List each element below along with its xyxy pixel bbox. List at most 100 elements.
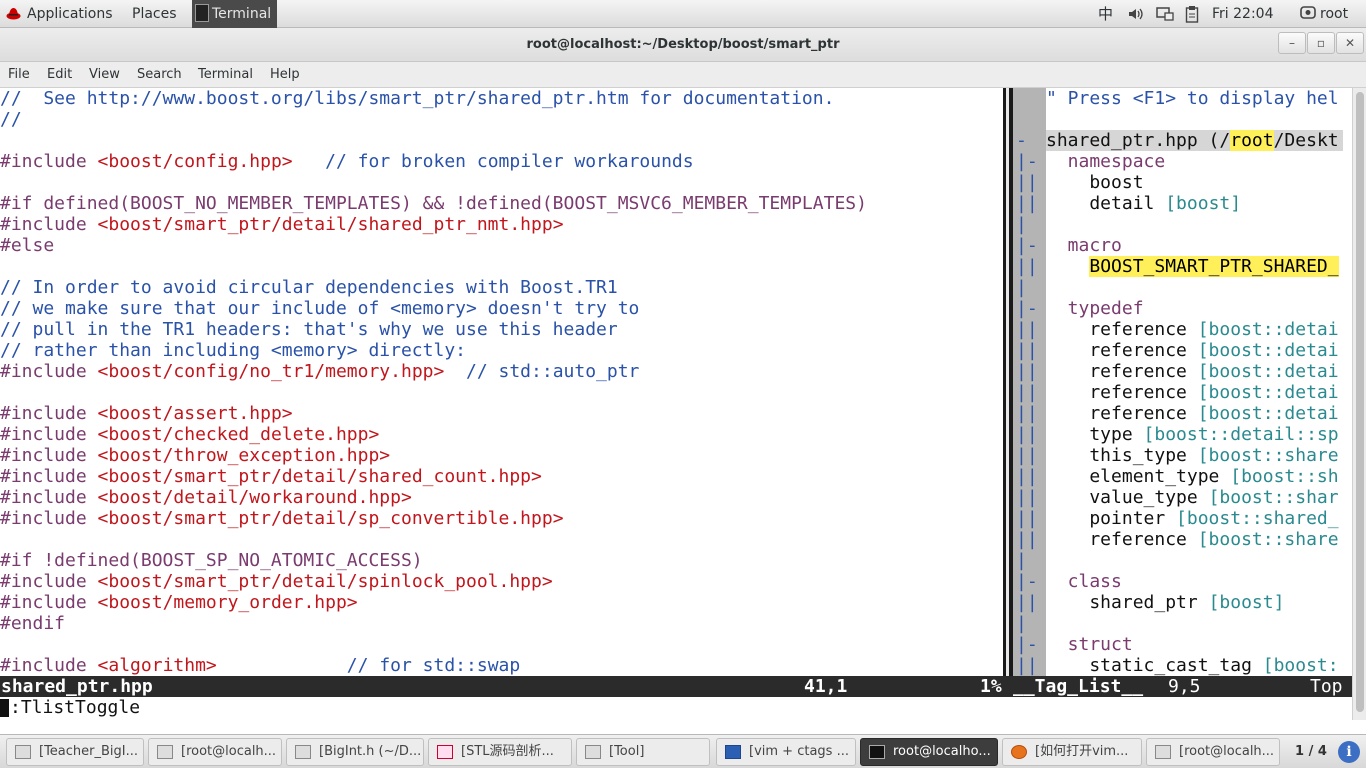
task-item-active[interactable]: root@localho... bbox=[860, 738, 998, 766]
code-token: #include bbox=[0, 214, 98, 235]
menu-file[interactable]: File bbox=[8, 67, 30, 82]
code-token: #include bbox=[0, 151, 98, 172]
places-menu[interactable]: Places bbox=[132, 0, 177, 28]
taglist-line: macro bbox=[1046, 235, 1122, 256]
code-token: [boost] bbox=[1208, 592, 1285, 613]
fold-marker: || bbox=[1016, 529, 1038, 550]
redhat-logo-icon bbox=[6, 8, 21, 20]
task-label: [root@localh... bbox=[1179, 744, 1275, 759]
status-taglist-scroll: Top bbox=[1310, 676, 1343, 697]
fold-marker: | bbox=[1016, 550, 1027, 571]
taglist-line: this_type [boost::share bbox=[1046, 445, 1338, 466]
fold-marker: || bbox=[1016, 592, 1038, 613]
task-item[interactable]: [BigInt.h (~/D... bbox=[286, 738, 424, 766]
taglist-line: pointer [boost::shared_ bbox=[1046, 508, 1338, 529]
word-document-icon bbox=[725, 745, 741, 759]
taglist-line: class bbox=[1046, 571, 1122, 592]
status-taglist-name: __Tag_List__ bbox=[1013, 676, 1144, 697]
code-token: reference bbox=[1046, 319, 1198, 340]
fold-marker: || bbox=[1016, 466, 1038, 487]
code-line: // See http://www.boost.org/libs/smart_p… bbox=[0, 88, 834, 109]
window-icon bbox=[15, 745, 31, 759]
task-item[interactable]: [STL源码剖析... bbox=[428, 738, 572, 766]
top-panel: Applications Places Terminal 中 Fri 22:04… bbox=[0, 0, 1366, 28]
taglist-line: element_type [boost::sh bbox=[1046, 466, 1338, 487]
fold-marker: || bbox=[1016, 256, 1038, 277]
taglist-line: struct bbox=[1046, 634, 1133, 655]
folder-icon bbox=[585, 745, 601, 759]
code-token: root bbox=[1230, 130, 1274, 151]
task-item[interactable]: [root@localh... bbox=[148, 738, 282, 766]
code-token: type bbox=[1046, 424, 1144, 445]
scrollbar-thumb[interactable] bbox=[1356, 92, 1364, 712]
code-token: <boost/assert.hpp> bbox=[97, 403, 293, 424]
code-token: #include bbox=[0, 508, 98, 529]
taglist-line: reference [boost::detai bbox=[1046, 361, 1338, 382]
text-cursor bbox=[0, 699, 9, 717]
menu-view[interactable]: View bbox=[89, 67, 120, 82]
fold-marker: || bbox=[1016, 340, 1038, 361]
task-item[interactable]: [Tool] bbox=[576, 738, 710, 766]
code-token: class bbox=[1046, 571, 1122, 592]
terminal-icon bbox=[157, 745, 173, 759]
code-token: // we make sure that our include of <mem… bbox=[0, 298, 640, 319]
code-token: [boost::detai bbox=[1197, 340, 1339, 361]
menu-edit[interactable]: Edit bbox=[47, 67, 72, 82]
taglist-line: detail [boost] bbox=[1046, 193, 1241, 214]
status-percent: 1% bbox=[980, 676, 1002, 697]
code-token: reference bbox=[1046, 340, 1198, 361]
workspace-pager[interactable]: 1 / 4 bbox=[1286, 738, 1336, 766]
fold-marker: || bbox=[1016, 424, 1038, 445]
minimize-button[interactable]: – bbox=[1278, 32, 1306, 54]
code-token: detail bbox=[1046, 193, 1166, 214]
task-item[interactable]: [Teacher_BigI... bbox=[6, 738, 144, 766]
code-token: [boost::detail::sp bbox=[1143, 424, 1339, 445]
menu-terminal[interactable]: Terminal bbox=[198, 67, 253, 82]
menu-search[interactable]: Search bbox=[137, 67, 182, 82]
clock[interactable]: Fri 22:04 bbox=[1212, 0, 1273, 28]
code-token: #include bbox=[0, 592, 98, 613]
clipboard-icon[interactable] bbox=[1185, 5, 1199, 23]
terminal-icon bbox=[195, 4, 209, 22]
code-token: <boost/config.hpp> bbox=[97, 151, 293, 172]
fold-marker: || bbox=[1016, 403, 1038, 424]
code-token: struct bbox=[1046, 634, 1133, 655]
menu-help[interactable]: Help bbox=[270, 67, 300, 82]
code-token: <boost/memory_order.hpp> bbox=[97, 592, 358, 613]
applications-menu[interactable]: Applications bbox=[27, 0, 113, 28]
terminal-area[interactable]: // See http://www.boost.org/libs/smart_p… bbox=[0, 88, 1352, 720]
code-line: #include <boost/smart_ptr/detail/shared_… bbox=[0, 214, 564, 235]
network-icon[interactable] bbox=[1156, 6, 1174, 22]
task-label: [root@localh... bbox=[181, 744, 277, 759]
fold-marker: | bbox=[1016, 214, 1027, 235]
code-token: static_cast_tag bbox=[1046, 655, 1263, 676]
code-token: <boost/smart_ptr/detail/shared_ptr_nmt.h… bbox=[97, 214, 564, 235]
close-button[interactable]: ✕ bbox=[1336, 32, 1364, 54]
window-titlebar[interactable]: root@localhost:~/Desktop/boost/smart_ptr… bbox=[0, 28, 1366, 62]
task-item[interactable]: [vim + ctags ... bbox=[716, 738, 856, 766]
code-line: #if !defined(BOOST_SP_NO_ATOMIC_ACCESS) bbox=[0, 550, 423, 571]
input-method-indicator[interactable]: 中 bbox=[1098, 0, 1113, 28]
fold-marker: |- bbox=[1016, 571, 1038, 592]
window-title: root@localhost:~/Desktop/boost/smart_ptr bbox=[526, 37, 840, 52]
fold-marker: || bbox=[1016, 172, 1038, 193]
fold-marker: |- bbox=[1016, 298, 1038, 319]
vim-command-line[interactable]: :TlistToggle bbox=[0, 697, 1352, 719]
maximize-button[interactable]: ▫ bbox=[1307, 32, 1335, 54]
fold-marker: || bbox=[1016, 382, 1038, 403]
terminal-launcher[interactable]: Terminal bbox=[192, 0, 277, 28]
code-token: [boost::detai bbox=[1197, 403, 1339, 424]
code-token: shared_ptr.hpp (/ bbox=[1046, 130, 1231, 151]
user-menu[interactable]: root bbox=[1320, 0, 1348, 28]
terminal-scrollbar[interactable] bbox=[1352, 88, 1366, 720]
vertical-split-separator[interactable] bbox=[1003, 88, 1013, 676]
code-line: #endif bbox=[0, 613, 65, 634]
info-icon[interactable]: i bbox=[1338, 741, 1360, 763]
pdf-viewer-icon bbox=[437, 745, 453, 759]
task-item[interactable]: [root@localh... bbox=[1146, 738, 1280, 766]
volume-icon[interactable] bbox=[1127, 6, 1143, 22]
task-label: [BigInt.h (~/D... bbox=[319, 744, 422, 759]
code-line: // In order to avoid circular dependenci… bbox=[0, 277, 618, 298]
task-item[interactable]: [如何打开vim... bbox=[1002, 738, 1142, 766]
code-token: #include bbox=[0, 361, 98, 382]
